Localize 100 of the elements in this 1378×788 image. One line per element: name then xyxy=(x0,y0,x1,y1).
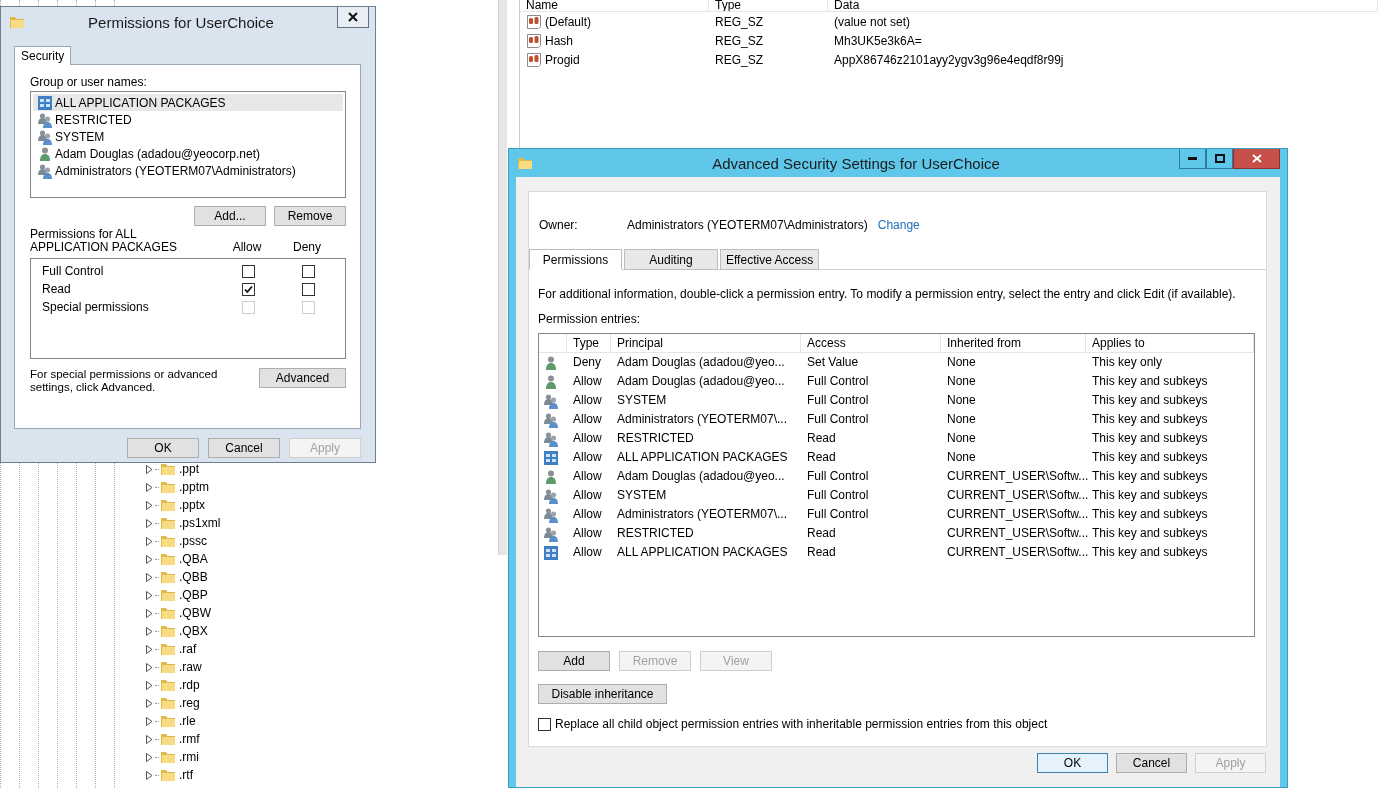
permissions-label: Permissions for ALL APPLICATION PACKAGES xyxy=(30,228,178,254)
value-type: REG_SZ xyxy=(714,14,764,29)
column-header[interactable]: Name xyxy=(520,0,709,11)
tree-item[interactable]: .pptx xyxy=(179,498,205,512)
folder-icon xyxy=(160,497,176,513)
tree-item[interactable]: .QBA xyxy=(179,552,208,566)
cancel-button[interactable]: Cancel xyxy=(208,438,280,458)
table-cell-text: This key only xyxy=(1091,354,1164,371)
tree-item[interactable]: .rmi xyxy=(179,750,199,764)
table-cell-text: Allow xyxy=(572,544,603,561)
close-button[interactable] xyxy=(337,7,369,28)
column-header[interactable]: Applies to xyxy=(1086,334,1254,353)
principal-item[interactable]: Adam Douglas (adadou@yeocorp.net) xyxy=(33,145,343,162)
folder-icon xyxy=(160,695,176,711)
table-cell-text: Allow xyxy=(572,449,603,466)
tab[interactable]: Auditing xyxy=(624,249,718,270)
checkbox[interactable] xyxy=(301,264,315,278)
remove-button[interactable]: Remove xyxy=(274,206,346,226)
group-label: Group or user names: xyxy=(30,75,148,89)
tree-item[interactable]: .pssc xyxy=(179,534,207,548)
tree-item[interactable]: .QBB xyxy=(179,570,208,584)
table-cell-text: RESTRICTED xyxy=(616,430,695,447)
change-link[interactable]: Change xyxy=(877,218,920,232)
scrollbar[interactable] xyxy=(498,0,507,555)
tab[interactable]: Security xyxy=(14,46,72,65)
tree-item[interactable]: .QBX xyxy=(179,624,208,638)
add-button[interactable]: Add xyxy=(538,651,610,671)
value-data: AppX86746z2101ayy2ygv3g96e4eqdf8r99j xyxy=(833,52,1065,67)
tree-item[interactable]: .reg xyxy=(179,696,200,710)
info-text: For additional information, double-click a permission entry. To modify a permission entry, select the entry and click Edit (if available). xyxy=(538,287,1237,301)
tree-item[interactable]: .ppt xyxy=(179,462,199,476)
tree-item[interactable]: .raf xyxy=(179,642,197,656)
column-header[interactable]: Type xyxy=(567,334,611,353)
tab[interactable]: Permissions xyxy=(529,249,622,270)
tab[interactable]: Effective Access xyxy=(720,249,820,270)
tree-item[interactable]: .ps1xml xyxy=(179,516,221,530)
advanced-button[interactable]: Advanced xyxy=(259,368,346,388)
tree-item[interactable]: .raw xyxy=(179,660,202,674)
table-cell-text: RESTRICTED xyxy=(616,525,695,542)
column-header[interactable]: Principal xyxy=(611,334,801,353)
column-header[interactable]: Type xyxy=(709,0,828,11)
folder-icon xyxy=(160,605,176,621)
ok-button[interactable]: OK xyxy=(127,438,199,458)
package-icon xyxy=(37,94,53,111)
folder-icon xyxy=(160,677,176,693)
group-icon xyxy=(543,506,559,523)
string-value-icon xyxy=(526,51,542,68)
principal-item[interactable]: ALL APPLICATION PACKAGES xyxy=(33,94,343,111)
table-cell-text: Full Control xyxy=(806,411,870,428)
checkbox[interactable] xyxy=(241,264,255,278)
principal-item[interactable]: SYSTEM xyxy=(33,128,343,145)
tree-item[interactable]: .QBP xyxy=(179,588,208,602)
column-header[interactable]: Access xyxy=(801,334,941,353)
group-icon xyxy=(543,392,559,409)
add-button[interactable]: Add... xyxy=(194,206,266,226)
principal-item[interactable]: RESTRICTED xyxy=(33,111,343,128)
table-cell-text: This key and subkeys xyxy=(1091,392,1209,409)
tree-item[interactable]: .rle xyxy=(179,714,196,728)
tree-item[interactable]: .QBW xyxy=(179,606,211,620)
principal-item[interactable]: Administrators (YEOTERM07\Administrators) xyxy=(33,162,343,179)
owner-value: Administrators (YEOTERM07\Administrators) xyxy=(627,218,868,232)
checkbox[interactable] xyxy=(538,717,551,731)
table-cell-text: Allow xyxy=(572,525,603,542)
column-header[interactable]: Inherited from xyxy=(941,334,1086,353)
checkbox[interactable] xyxy=(241,282,255,296)
table-cell-text: ALL APPLICATION PACKAGES xyxy=(616,449,789,466)
tree-item[interactable]: .rmf xyxy=(179,732,200,746)
value-name: Hash xyxy=(545,33,573,48)
table-cell-text: Full Control xyxy=(806,373,870,390)
table-cell-text: CURRENT_USER\Softw... xyxy=(946,506,1086,523)
table-cell-text: Full Control xyxy=(806,506,870,523)
close-button[interactable] xyxy=(1233,149,1280,169)
tree-item[interactable]: .pptm xyxy=(179,480,209,494)
user-icon xyxy=(37,145,53,162)
close-icon xyxy=(1251,154,1262,163)
table-cell-text: This key and subkeys xyxy=(1091,506,1209,523)
group-icon xyxy=(543,487,559,504)
tree-item[interactable]: .rtf xyxy=(179,768,193,782)
value-type: REG_SZ xyxy=(714,52,764,67)
table-cell-text: Adam Douglas (adadou@yeo... xyxy=(616,354,786,371)
table-cell-text: Allow xyxy=(572,487,603,504)
string-value-icon xyxy=(526,32,542,49)
allow-header: Allow xyxy=(231,241,263,254)
group-icon xyxy=(37,111,53,128)
tree-item[interactable]: .rdp xyxy=(179,678,200,692)
minimize-button[interactable] xyxy=(1179,149,1206,169)
value-name: (Default) xyxy=(545,14,591,29)
folder-icon xyxy=(160,479,176,495)
table-cell-text: SYSTEM xyxy=(616,487,668,504)
disable-inheritance-button[interactable]: Disable inheritance xyxy=(538,684,667,704)
table-cell-text: Read xyxy=(806,525,837,542)
maximize-button[interactable] xyxy=(1206,149,1233,169)
folder-icon xyxy=(160,731,176,747)
checkbox[interactable] xyxy=(301,282,315,296)
ok-button[interactable]: OK xyxy=(1037,753,1108,773)
table-cell-text: Full Control xyxy=(806,392,870,409)
folder-icon xyxy=(160,749,176,765)
cancel-button[interactable]: Cancel xyxy=(1116,753,1187,773)
column-header[interactable]: Data xyxy=(828,0,1378,11)
package-icon xyxy=(543,449,559,466)
